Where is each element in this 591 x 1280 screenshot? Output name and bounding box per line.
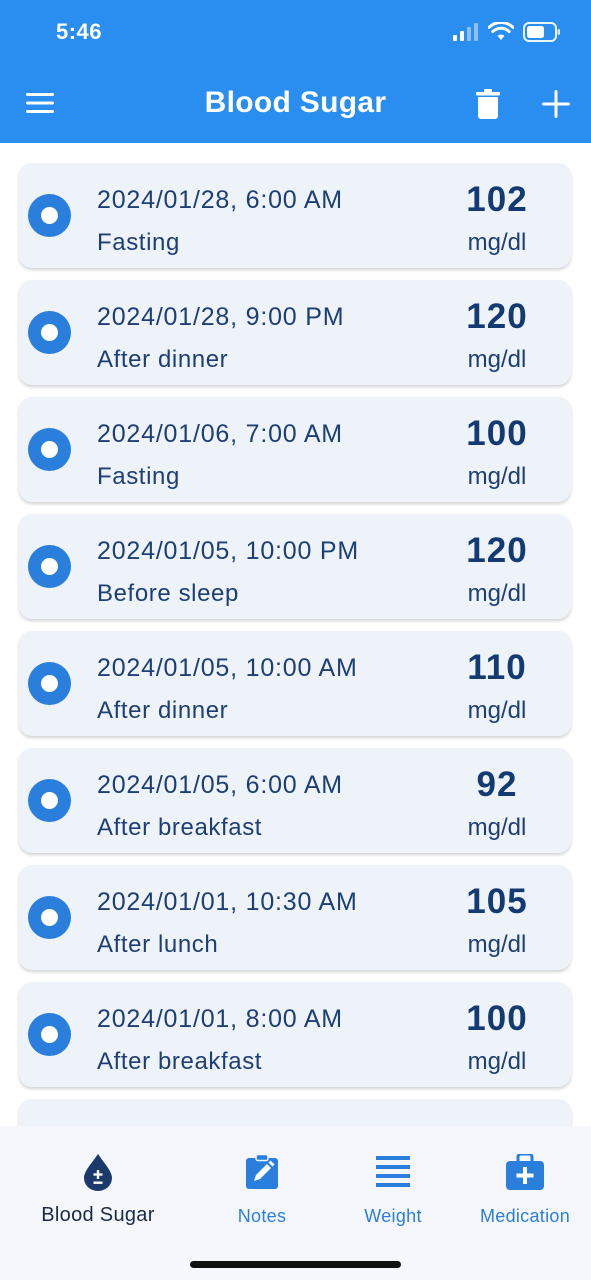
reading-value: 92 [476, 765, 518, 804]
reading-unit: mg/dl [467, 463, 527, 490]
reading-datetime: 2024/01/05, 10:00 PM [97, 537, 360, 565]
readings-list[interactable]: 2024/01/28, 6:00 AM Fasting 102 mg/dl 20… [0, 143, 591, 1126]
reading-value: 105 [466, 882, 528, 921]
reading-value: 120 [466, 531, 528, 570]
reading-unit: mg/dl [467, 697, 527, 724]
reading-unit: mg/dl [467, 346, 527, 373]
home-indicator[interactable] [190, 1261, 401, 1268]
tab-label: Blood Sugar [41, 1204, 155, 1226]
reading-datetime: 2024/01/01, 10:30 AM [97, 888, 358, 916]
radio-button[interactable] [28, 194, 71, 237]
reading-card[interactable]: 2024/01/05, 10:00 PM Before sleep 120 mg… [19, 514, 571, 619]
reading-datetime: 2024/01/28, 6:00 AM [97, 186, 343, 214]
tab-weight[interactable]: Weight [343, 1126, 443, 1236]
status-icons [453, 20, 561, 44]
reading-context: After breakfast [97, 814, 263, 841]
reading-card[interactable]: 2024/01/01, 8:00 AM After breakfast 100 … [19, 982, 571, 1087]
radio-button[interactable] [28, 428, 71, 471]
tab-label: Weight [364, 1206, 422, 1226]
reading-datetime: 2024/01/05, 10:00 AM [97, 654, 358, 682]
reading-context: Fasting [97, 229, 180, 256]
add-button[interactable] [536, 84, 576, 124]
reading-unit: mg/dl [467, 580, 527, 607]
reading-value: 110 [467, 648, 527, 687]
radio-button[interactable] [28, 1013, 71, 1056]
reading-card[interactable]: 2024/01/28, 9:00 PM After dinner 120 mg/… [19, 280, 571, 385]
nav-bar: Blood Sugar [0, 64, 591, 143]
trash-icon [476, 89, 500, 119]
reading-value: 102 [466, 180, 528, 219]
reading-datetime: 2024/01/01, 8:00 AM [97, 1005, 343, 1033]
reading-value: 100 [466, 414, 528, 453]
reading-context: After lunch [97, 931, 219, 958]
edit-note-icon [242, 1152, 282, 1192]
reading-datetime: 2024/01/05, 6:00 AM [97, 771, 343, 799]
tab-label: Notes [237, 1206, 287, 1226]
reading-context: After dinner [97, 697, 229, 724]
app-header: 5:46 Blood Sugar [0, 0, 591, 143]
reading-unit: mg/dl [467, 931, 527, 958]
reading-context: Before sleep [97, 580, 239, 607]
reading-value: 100 [466, 999, 528, 1038]
wifi-icon [488, 22, 514, 40]
reading-datetime: 2024/01/06, 7:00 AM [97, 420, 343, 448]
medical-kit-icon [505, 1152, 545, 1192]
blood-drop-icon [78, 1152, 118, 1192]
reading-value: 120 [466, 297, 528, 336]
status-time: 5:46 [56, 19, 103, 44]
signal-icon [453, 23, 478, 41]
status-bar: 5:46 [0, 0, 591, 64]
reading-card-partial[interactable] [19, 1099, 571, 1126]
reading-card[interactable]: 2024/01/01, 10:30 AM After lunch 105 mg/… [19, 865, 571, 970]
reading-card[interactable]: 2024/01/06, 7:00 AM Fasting 100 mg/dl [19, 397, 571, 502]
delete-button[interactable] [468, 84, 508, 124]
radio-button[interactable] [28, 311, 71, 354]
reading-context: Fasting [97, 463, 180, 490]
radio-button[interactable] [28, 779, 71, 822]
radio-button[interactable] [28, 662, 71, 705]
battery-icon [523, 22, 560, 42]
radio-button[interactable] [28, 545, 71, 588]
reading-unit: mg/dl [467, 814, 527, 841]
reading-context: After dinner [97, 346, 229, 373]
reading-unit: mg/dl [467, 229, 527, 256]
tab-blood-sugar[interactable]: Blood Sugar [18, 1126, 178, 1236]
reading-card[interactable]: 2024/01/05, 10:00 AM After dinner 110 mg… [19, 631, 571, 736]
tab-medication[interactable]: Medication [470, 1126, 580, 1236]
reading-card[interactable]: 2024/01/28, 6:00 AM Fasting 102 mg/dl [19, 163, 571, 268]
reading-card[interactable]: 2024/01/05, 6:00 AM After breakfast 92 m… [19, 748, 571, 853]
tab-bar: Blood Sugar Notes Weight Medication [0, 1126, 591, 1280]
tab-label: Medication [479, 1206, 571, 1226]
reading-unit: mg/dl [467, 1048, 527, 1075]
lines-icon [373, 1152, 413, 1192]
reading-datetime: 2024/01/28, 9:00 PM [97, 303, 345, 331]
radio-button[interactable] [28, 896, 71, 939]
reading-context: After breakfast [97, 1048, 263, 1075]
tab-notes[interactable]: Notes [212, 1126, 312, 1236]
plus-icon [542, 90, 570, 118]
